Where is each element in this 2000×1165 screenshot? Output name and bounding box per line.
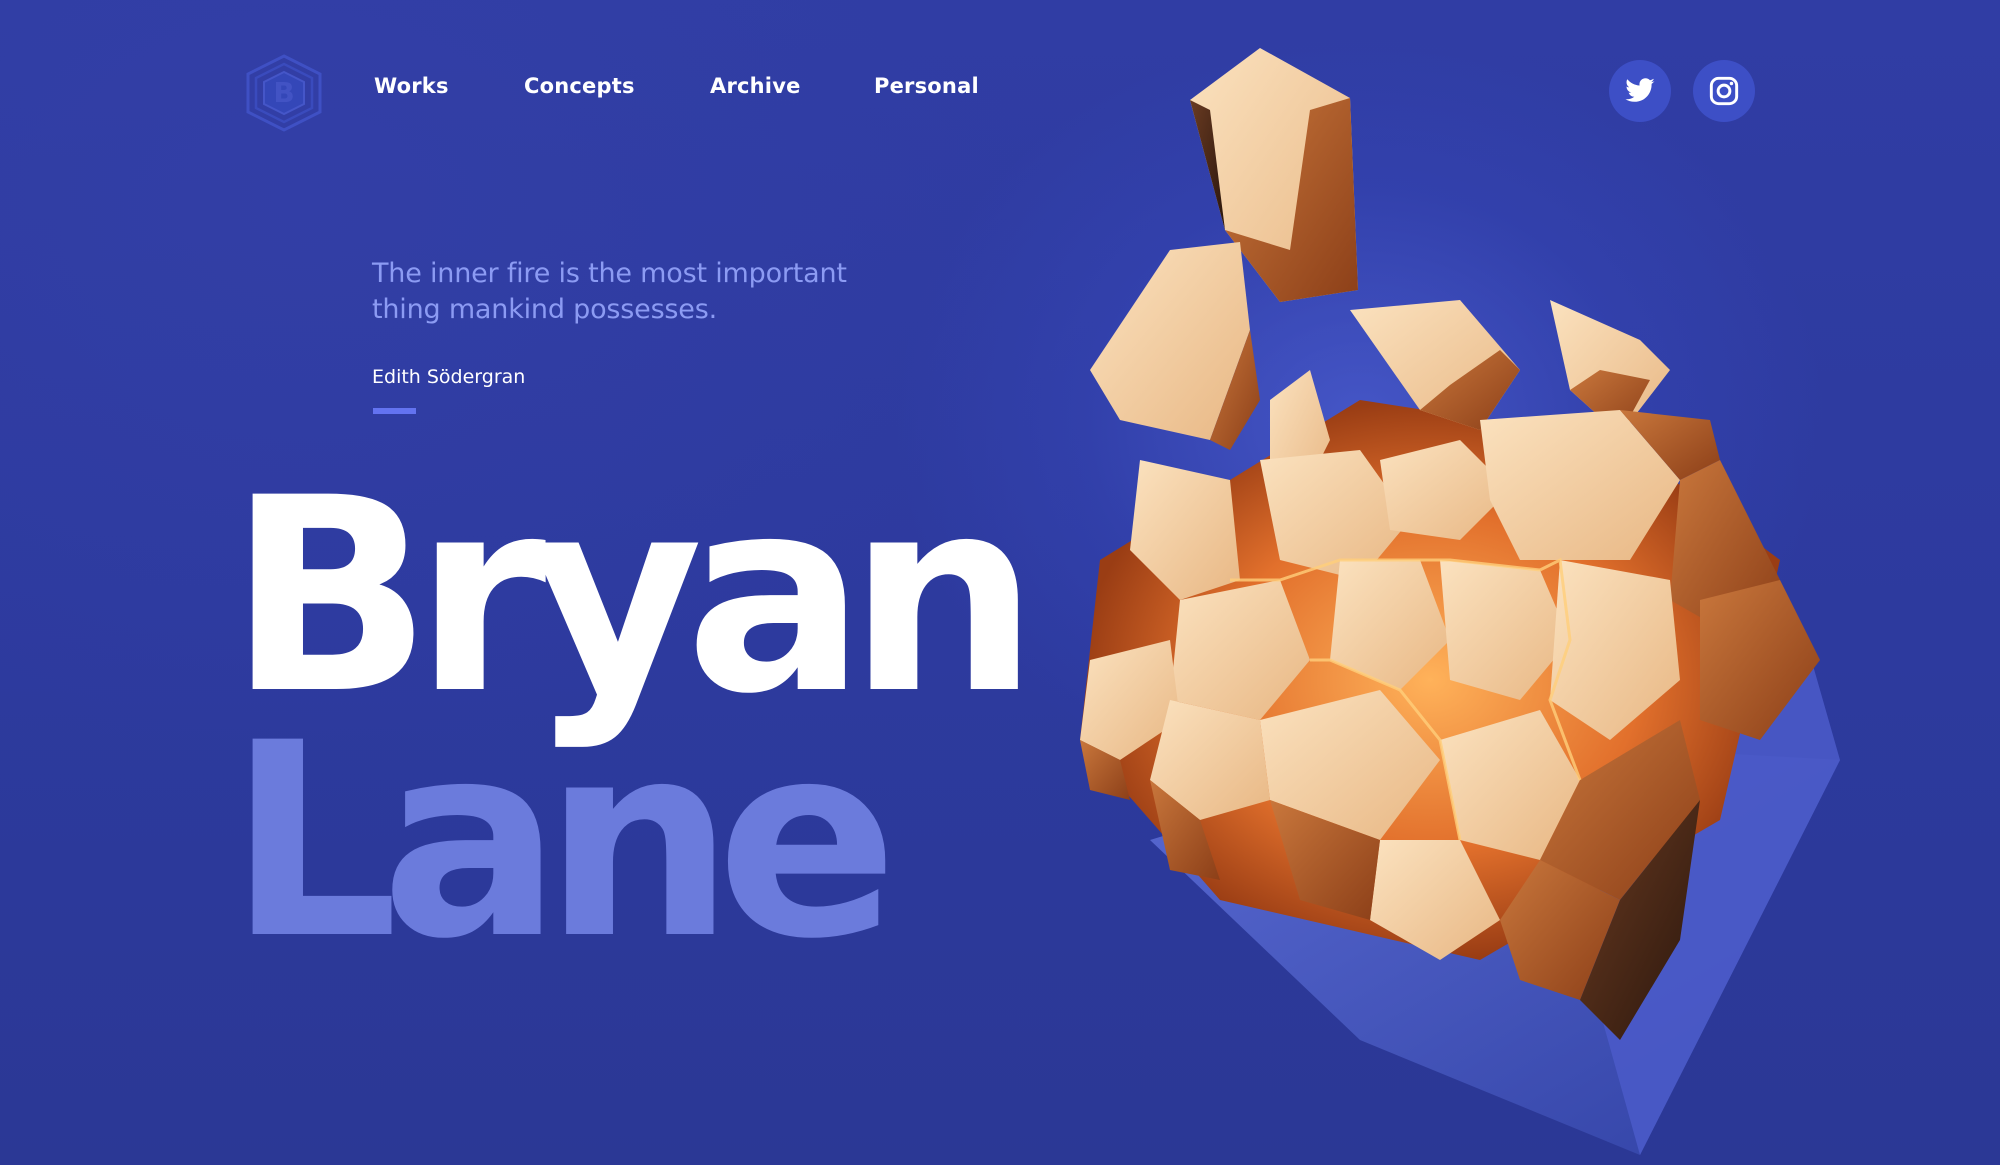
- quote-author: Edith Södergran: [372, 366, 526, 388]
- nav-item-archive[interactable]: Archive: [710, 74, 801, 98]
- hero-page: B Works Concepts Archive Personal The in…: [0, 0, 2000, 1165]
- hero-last-name: Lane: [228, 686, 898, 998]
- hero-quote: The inner fire is the most important thi…: [372, 256, 932, 328]
- quote-line-2: thing mankind possesses.: [372, 294, 717, 325]
- nav-item-works[interactable]: Works: [374, 74, 449, 98]
- shattered-cube-illustration: [1080, 48, 1840, 1155]
- nav-item-personal[interactable]: Personal: [874, 74, 979, 98]
- author-underline: [373, 408, 416, 414]
- logo-letter: B: [273, 76, 295, 109]
- nav-item-concepts[interactable]: Concepts: [524, 74, 635, 98]
- quote-line-1: The inner fire is the most important: [372, 258, 847, 289]
- logo-badge[interactable]: B: [244, 54, 324, 132]
